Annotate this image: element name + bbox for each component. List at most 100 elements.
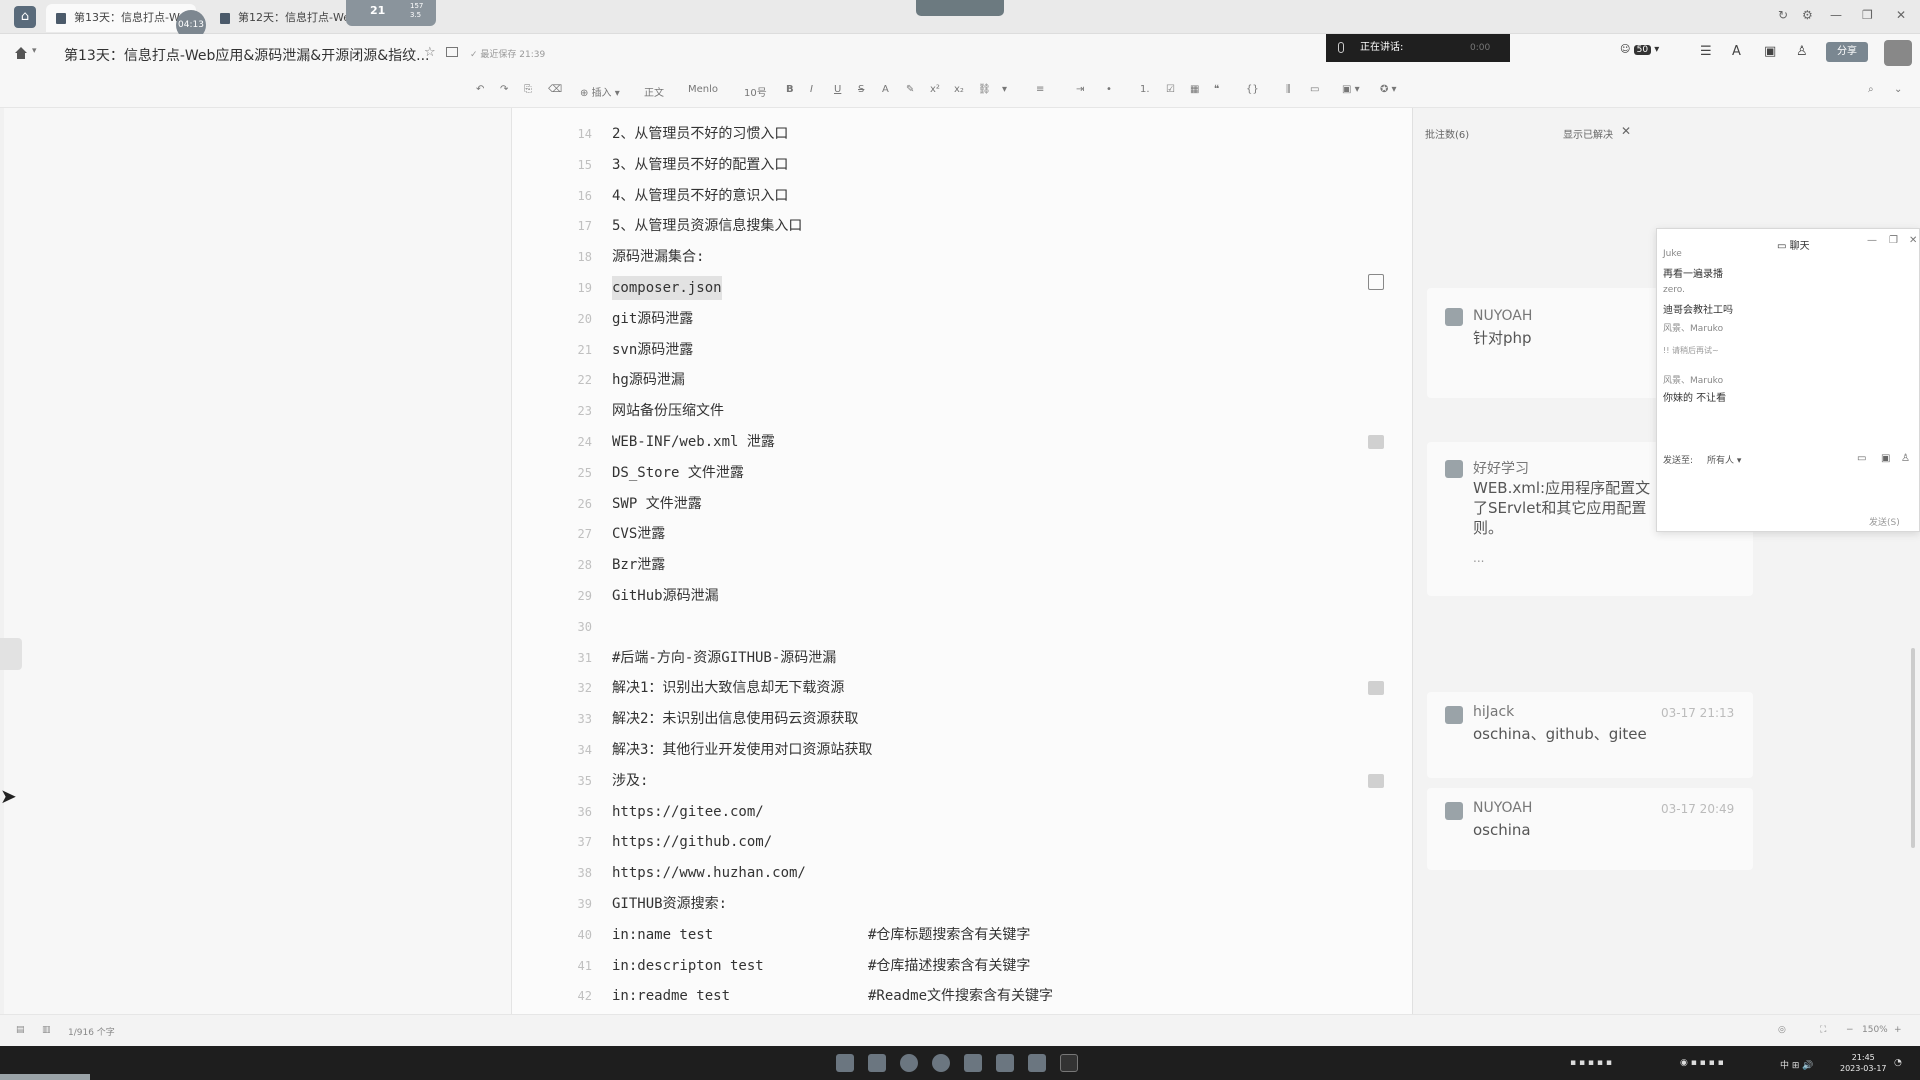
tray-icons[interactable]: ▪ ▪ ▪ ▪ ▪ — [1570, 1058, 1612, 1068]
chat-window[interactable]: ▭ 聊天 — ❐ ✕ Juke 再看一遍录播 zero. 迪哥会教社工吗 风景、Maru… — [1656, 228, 1920, 532]
editor-line[interactable]: 29 GitHub源码泄漏 — [578, 584, 719, 608]
editor-line[interactable]: 17 5、从管理员资源信息搜集入口 — [578, 214, 803, 238]
editor-line[interactable]: 26 SWP 文件泄露 — [578, 492, 702, 516]
close-window-icon[interactable]: ✕ — [1896, 8, 1906, 22]
star-icon[interactable]: ☆ — [424, 45, 436, 60]
editor-line[interactable]: 39 GITHUB资源搜索: — [578, 892, 727, 916]
editor-line[interactable]: 31 #后端-方向-资源GITHUB-源码泄漏 — [578, 646, 837, 670]
maximize-icon[interactable]: ❐ — [1862, 8, 1873, 22]
insert-button[interactable]: ⊕ 插入 ▾ — [580, 84, 620, 99]
notification-icon[interactable]: ◔ — [1894, 1058, 1902, 1068]
zoom-level[interactable]: 150% — [1862, 1025, 1888, 1035]
editor-line[interactable]: 24 WEB-INF/web.xml 泄露 — [578, 430, 775, 454]
scrollbar[interactable] — [1911, 648, 1915, 848]
table-icon[interactable]: ▦ — [1190, 84, 1199, 95]
editor-line[interactable]: 41 in:descripton test #仓库描述搜索含有关键字 — [578, 954, 1031, 978]
outline-icon[interactable]: ▥ — [42, 1025, 51, 1035]
edge-browser-icon[interactable] — [900, 1054, 918, 1072]
link-icon[interactable]: ⛓ — [978, 84, 991, 95]
send-to-select[interactable]: 发送至: 所有人 ▾ — [1663, 453, 1741, 466]
user-icon[interactable]: ♙ — [1901, 453, 1910, 464]
outline-toggle-tab[interactable] — [0, 638, 22, 670]
superscript-icon[interactable]: x² — [930, 84, 940, 95]
page-view-icon[interactable]: ▤ — [16, 1025, 25, 1035]
settings-icon[interactable]: ⚙ — [1802, 8, 1813, 22]
editor-line[interactable]: 18 源码泄漏集合: — [578, 245, 705, 269]
docs-app-icon[interactable] — [964, 1054, 982, 1072]
fullscreen-icon[interactable]: ⛶ — [1820, 1025, 1826, 1035]
meeting-app-icon[interactable] — [1028, 1054, 1046, 1072]
editor-line[interactable]: 22 hg源码泄漏 — [578, 368, 685, 392]
editor-line[interactable]: 42 in:readme test #Readme文件搜索含有关键字 — [578, 984, 1053, 1008]
highlight-icon[interactable]: ✎ — [906, 84, 914, 95]
zoom-out-icon[interactable]: − — [1846, 1025, 1854, 1035]
comment-marker-icon[interactable] — [1368, 681, 1384, 696]
word-count[interactable]: 1/916 个字 — [68, 1025, 115, 1038]
share-button[interactable]: 分享 — [1826, 42, 1868, 62]
strikethrough-icon[interactable]: S — [858, 84, 864, 95]
italic-icon[interactable]: I — [810, 84, 813, 95]
add-comment-icon[interactable] — [1368, 274, 1384, 290]
location-icon[interactable]: ◎ — [1778, 1025, 1786, 1035]
document-editor[interactable]: 14 2、从管理员不好的习惯入口 15 3、从管理员不好的配置入口 16 4、从管理员不好… — [512, 108, 1412, 1035]
start-icon[interactable] — [836, 1054, 854, 1072]
collapse-toolbar-icon[interactable]: ⌄ — [1894, 84, 1902, 95]
comment-marker-icon[interactable] — [1368, 435, 1384, 449]
editor-line[interactable]: 34 解决3：其他行业开发使用对口资源站获取 — [578, 738, 873, 762]
font-family-select[interactable]: Menlo — [688, 84, 718, 95]
search-icon[interactable]: ⌕ — [1868, 84, 1874, 95]
comment-marker-icon[interactable] — [1368, 773, 1384, 788]
font-size-icon[interactable]: A — [1732, 44, 1741, 59]
meeting-status-chip[interactable]: 21 157 3.5 — [346, 0, 436, 26]
checklist-icon[interactable]: ☑ — [1166, 84, 1175, 95]
zoom-in-icon[interactable]: + — [1894, 1025, 1902, 1035]
comment-card[interactable]: NUYOAH 03-17 20:49 oschina — [1427, 788, 1753, 870]
paragraph-style-select[interactable]: 正文 — [644, 84, 664, 99]
show-resolved-toggle[interactable]: 显示已解决 — [1563, 126, 1613, 141]
quote-icon[interactable]: ❝ — [1214, 84, 1219, 95]
file-explorer-icon[interactable] — [868, 1054, 886, 1072]
editor-line[interactable]: 38 https://www.huzhan.com/ — [578, 861, 806, 885]
code-block-icon[interactable]: {} — [1246, 84, 1259, 95]
network-icon[interactable]: ◉ ▪ ▪ ▪ ▪ — [1680, 1058, 1724, 1068]
editor-line[interactable]: 19 composer.json — [578, 276, 722, 300]
close-icon[interactable]: ✕ — [1909, 235, 1917, 246]
screen-share-indicator[interactable] — [916, 0, 1004, 16]
editor-line[interactable]: 36 https://gitee.com/ — [578, 800, 764, 824]
system-clock[interactable]: 21:45 2023-03-17 — [1840, 1052, 1887, 1074]
editor-line[interactable]: 35 涉及: — [578, 769, 649, 793]
minimize-icon[interactable]: — — [1830, 8, 1842, 22]
bullet-list-icon[interactable]: • — [1106, 84, 1112, 95]
maximize-icon[interactable]: ❐ — [1889, 235, 1898, 246]
editor-line[interactable]: 20 git源码泄露 — [578, 307, 694, 331]
redo-icon[interactable]: ↷ — [500, 84, 508, 95]
editor-line[interactable]: 40 in:name test #仓库标题搜索含有关键字 — [578, 923, 1031, 947]
editor-line[interactable]: 15 3、从管理员不好的配置入口 — [578, 153, 789, 177]
comment-card[interactable]: hiJack 03-17 21:13 oschina、github、gitee — [1427, 692, 1753, 778]
undo-icon[interactable]: ↶ — [476, 84, 484, 95]
minimize-icon[interactable]: — — [1867, 235, 1877, 246]
close-comments-icon[interactable]: ✕ — [1621, 124, 1631, 138]
photos-icon[interactable] — [996, 1054, 1014, 1072]
subscript-icon[interactable]: x₂ — [954, 84, 964, 95]
comment-more-dots[interactable]: ... — [1473, 548, 1484, 568]
volume-icon[interactable]: 中 ⊞ 🔊 — [1780, 1058, 1813, 1071]
chevron-down-icon[interactable]: ▾ — [32, 46, 37, 56]
collaborator-icon[interactable]: ♙ — [1796, 44, 1808, 59]
editor-line[interactable]: 16 4、从管理员不好的意识入口 — [578, 184, 789, 208]
comment-icon[interactable]: ▭ — [1310, 84, 1319, 95]
participants-badge[interactable]: ☺ 50 ▾ — [1620, 44, 1668, 60]
speaking-indicator[interactable]: 正在讲话: 0:00 — [1326, 34, 1510, 62]
numbered-list-icon[interactable]: 1. — [1140, 84, 1150, 95]
bold-icon[interactable]: B — [786, 84, 794, 95]
screenshot-icon[interactable]: ▣ — [1881, 453, 1890, 464]
editor-line[interactable]: 25 DS_Store 文件泄露 — [578, 461, 744, 485]
terminal-icon[interactable] — [1060, 1054, 1078, 1072]
menu-icon[interactable]: ☰ — [1700, 44, 1712, 59]
more-icon[interactable]: ▾ — [1002, 84, 1007, 95]
chrome-browser-icon[interactable] — [932, 1054, 950, 1072]
text-color-icon[interactable]: A — [882, 84, 889, 95]
editor-line[interactable]: 23 网站备份压缩文件 — [578, 399, 724, 423]
editor-line[interactable]: 14 2、从管理员不好的习惯入口 — [578, 122, 789, 146]
plugin-icon[interactable]: ✪ ▾ — [1380, 84, 1397, 95]
